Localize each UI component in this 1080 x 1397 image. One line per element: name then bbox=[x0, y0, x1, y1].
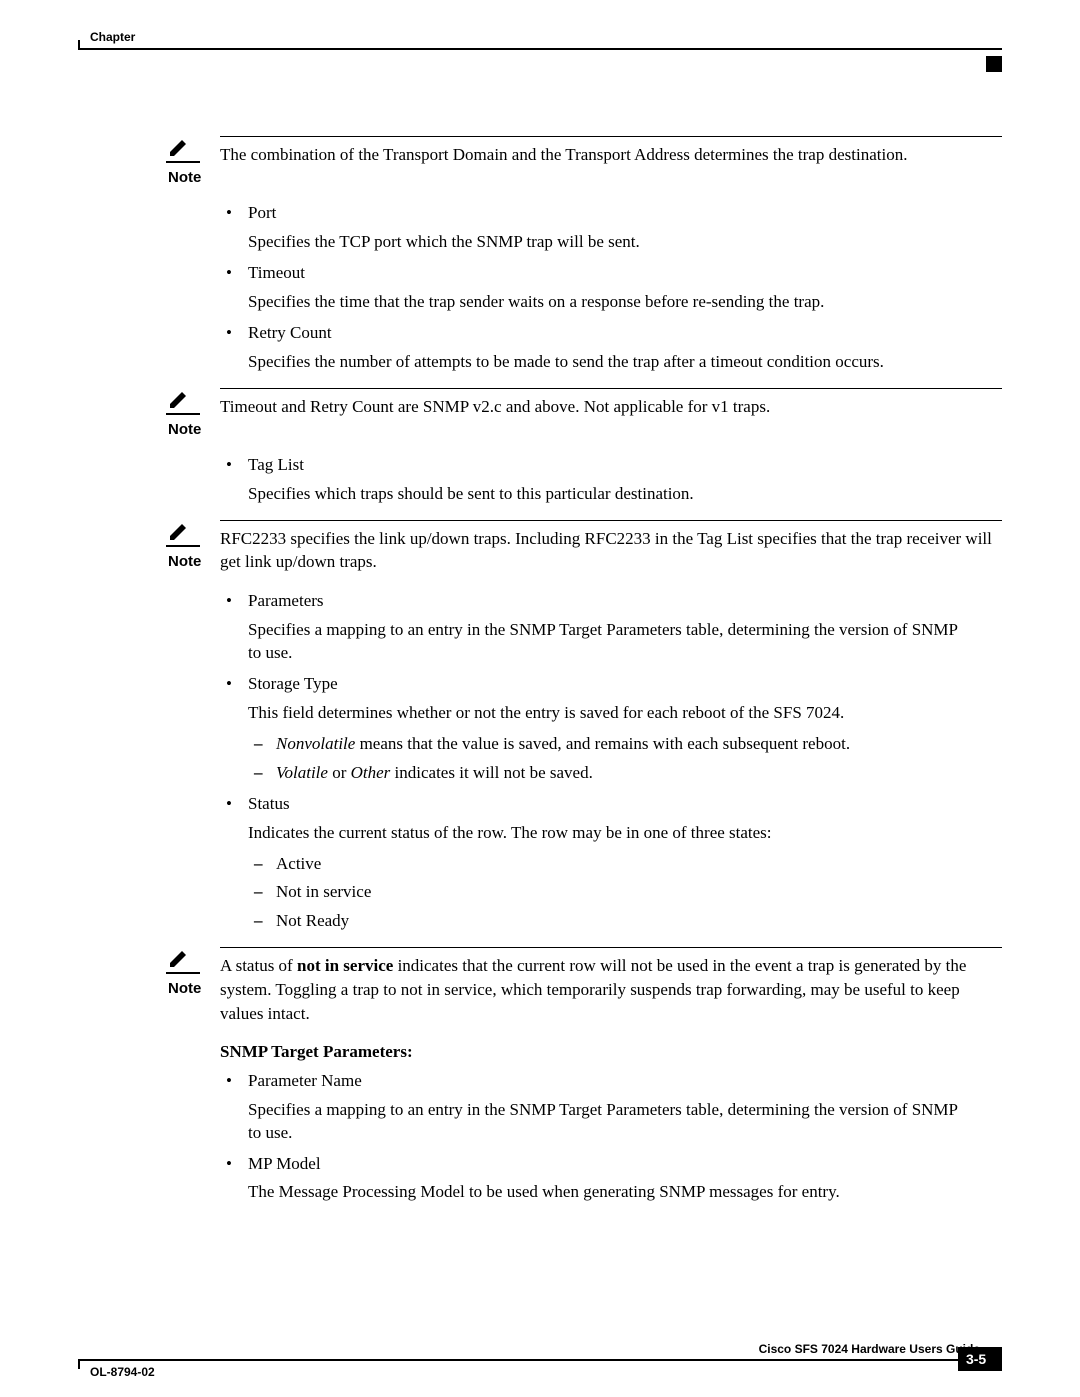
chapter-label: Chapter bbox=[90, 30, 135, 44]
pencil-icon bbox=[168, 138, 220, 163]
note-block: Note The combination of the Transport Do… bbox=[168, 136, 1002, 186]
list-item: Parameters Specifies a mapping to an ent… bbox=[220, 590, 974, 665]
section-heading: SNMP Target Parameters: bbox=[220, 1042, 1002, 1062]
sub-list-item: Not Ready bbox=[248, 910, 974, 933]
header-marker-square bbox=[986, 56, 1002, 72]
pencil-icon bbox=[168, 949, 220, 974]
list-item: Retry Count Specifies the number of atte… bbox=[220, 322, 974, 374]
note-label: Note bbox=[168, 553, 220, 570]
page-header: Chapter bbox=[78, 30, 1002, 50]
note-text: RFC2233 specifies the link up/down traps… bbox=[220, 520, 1002, 575]
note-text: The combination of the Transport Domain … bbox=[220, 136, 1002, 167]
footer-title: Cisco SFS 7024 Hardware Users Guide bbox=[78, 1342, 980, 1356]
page-footer: Cisco SFS 7024 Hardware Users Guide OL-8… bbox=[78, 1342, 1002, 1361]
sub-list-item: Nonvolatile means that the value is save… bbox=[248, 733, 974, 756]
note-label: Note bbox=[168, 169, 220, 186]
footer-marker-square bbox=[986, 1349, 1002, 1365]
bullet-list: Port Specifies the TCP port which the SN… bbox=[220, 202, 974, 374]
note-label: Note bbox=[168, 980, 220, 997]
sub-list-item: Active bbox=[248, 853, 974, 876]
sub-list-item: Volatile or Other indicates it will not … bbox=[248, 762, 974, 785]
note-block: Note Timeout and Retry Count are SNMP v2… bbox=[168, 388, 1002, 438]
pencil-icon bbox=[168, 522, 220, 547]
note-block: Note A status of not in service indicate… bbox=[168, 947, 1002, 1025]
list-item: Timeout Specifies the time that the trap… bbox=[220, 262, 974, 314]
bullet-list: Parameters Specifies a mapping to an ent… bbox=[220, 590, 974, 933]
list-item: Port Specifies the TCP port which the SN… bbox=[220, 202, 974, 254]
list-item: Tag List Specifies which traps should be… bbox=[220, 454, 974, 506]
note-block: Note RFC2233 specifies the link up/down … bbox=[168, 520, 1002, 575]
list-item: Storage Type This field determines wheth… bbox=[220, 673, 974, 785]
list-item: Status Indicates the current status of t… bbox=[220, 793, 974, 934]
bullet-list: Tag List Specifies which traps should be… bbox=[220, 454, 974, 506]
list-item: MP Model The Message Processing Model to… bbox=[220, 1153, 974, 1205]
note-label: Note bbox=[168, 421, 220, 438]
footer-doc-number: OL-8794-02 bbox=[90, 1365, 155, 1379]
bullet-list: Parameter Name Specifies a mapping to an… bbox=[220, 1070, 974, 1205]
list-item: Parameter Name Specifies a mapping to an… bbox=[220, 1070, 974, 1145]
pencil-icon bbox=[168, 390, 220, 415]
sub-list-item: Not in service bbox=[248, 881, 974, 904]
note-text: Timeout and Retry Count are SNMP v2.c an… bbox=[220, 388, 1002, 419]
note-text: A status of not in service indicates tha… bbox=[220, 947, 1002, 1025]
